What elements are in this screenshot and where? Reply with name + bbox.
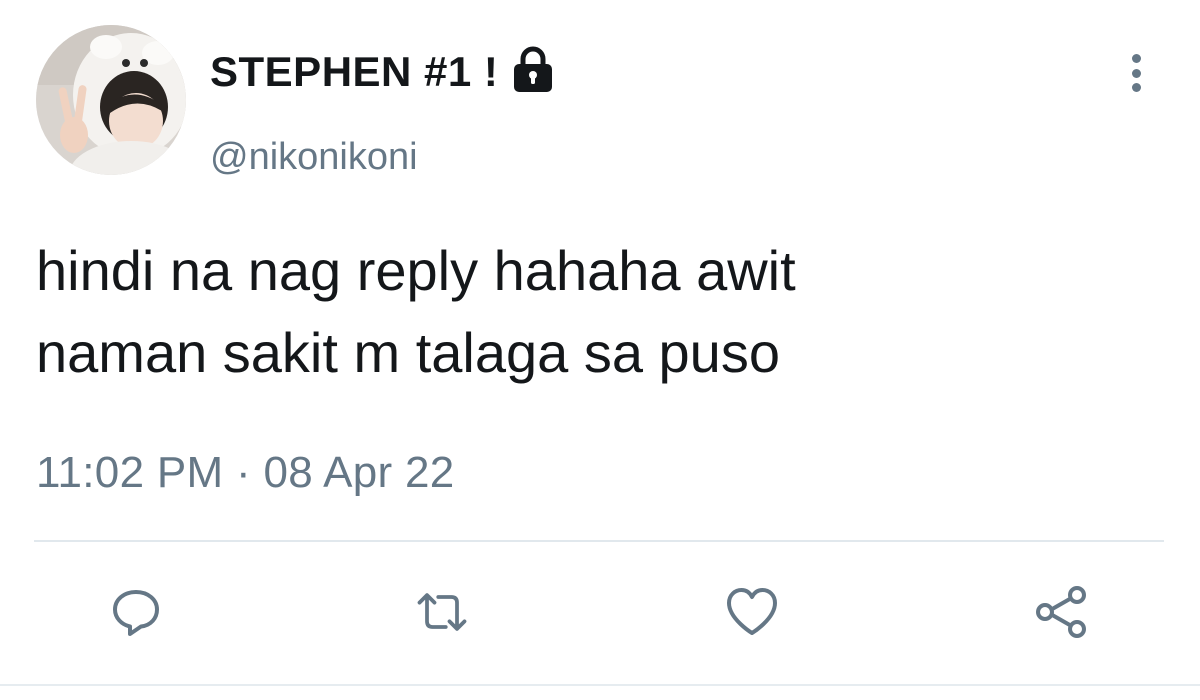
reply-icon <box>113 590 159 636</box>
handle[interactable]: @nikonikoni <box>210 136 418 179</box>
lock-icon <box>508 44 558 94</box>
author-name-row: STEPHEN #1 ! <box>210 40 558 104</box>
like-button[interactable] <box>722 582 782 642</box>
share-icon <box>1036 586 1086 638</box>
retweet-button[interactable] <box>412 582 472 642</box>
divider <box>0 684 1200 686</box>
divider <box>34 540 1164 542</box>
avatar[interactable] <box>36 25 186 175</box>
more-vertical-icon[interactable] <box>1116 48 1156 98</box>
share-button[interactable] <box>1032 582 1092 642</box>
avatar-image <box>36 25 186 175</box>
tweet-card: STEPHEN #1 ! @nikonikoni hindi na nag re… <box>0 0 1200 700</box>
heart-icon <box>727 588 777 635</box>
tweet-text: hindi na nag reply hahaha awit naman sak… <box>36 239 796 384</box>
display-name[interactable]: STEPHEN #1 ! <box>210 48 498 96</box>
retweet-icon <box>417 593 467 631</box>
timestamp[interactable]: 11:02 PM · 08 Apr 22 <box>36 448 455 498</box>
reply-button[interactable] <box>106 582 166 642</box>
